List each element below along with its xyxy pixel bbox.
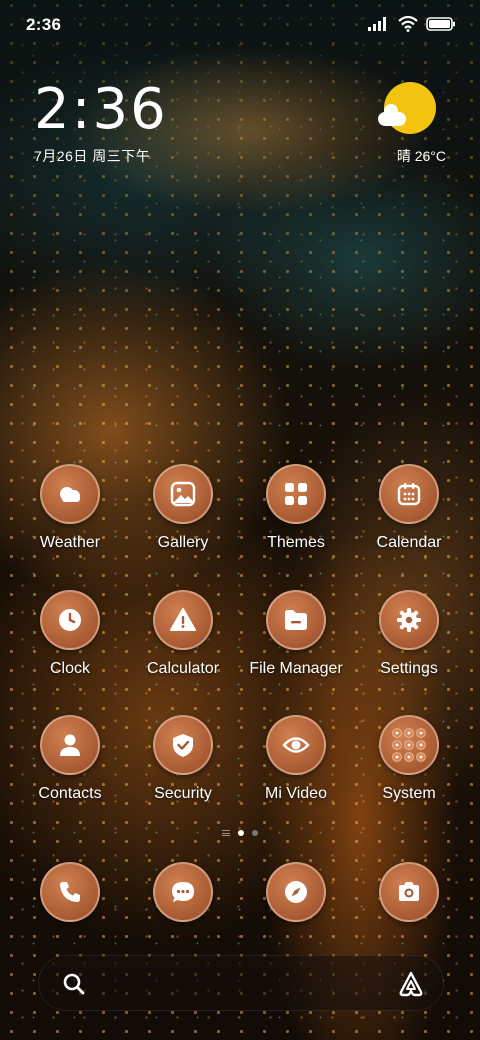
app-settings[interactable]: Settings [349,590,469,678]
app-label: Calculator [146,660,220,677]
app-label: Settings [380,660,438,677]
mi-video-app-icon [266,715,326,775]
folder-grid-icon [392,728,426,762]
calendar-app-icon [379,464,439,524]
app-label: Clock [49,660,90,677]
app-drawer-indicator [222,830,230,836]
message-icon [172,882,194,902]
dock [0,862,480,926]
clock-time: 2:36 [34,77,168,142]
themes-app-icon [266,464,326,524]
app-label: Gallery [157,534,209,551]
app-label: Themes [267,534,325,551]
image-icon [170,481,196,507]
cloud-icon [60,487,80,502]
security-app-icon [153,715,213,775]
app-row: Contacts Security Mi Video System [0,715,480,815]
search-icon[interactable] [61,971,87,997]
clock-icon [59,609,81,631]
app-contacts[interactable]: Contacts [10,715,130,803]
app-weather[interactable]: Weather [10,464,130,552]
warning-icon [170,608,196,631]
compass-icon [285,881,307,903]
calculator-app-icon [153,590,213,650]
file-manager-app-icon [266,590,326,650]
camera-icon [399,882,419,901]
phone-icon [60,882,80,902]
wifi-icon [398,16,418,32]
app-label: Contacts [38,785,102,802]
page-dot [252,830,258,836]
page-dot-active [238,830,244,836]
phone-app-icon [40,862,100,922]
browser-app-icon [266,862,326,922]
person-icon [60,734,80,756]
dock-browser[interactable] [236,862,356,922]
contacts-app-icon [40,715,100,775]
gallery-app-icon [153,464,213,524]
status-icons [368,16,456,32]
app-themes[interactable]: Themes [236,464,356,552]
signal-icon [368,17,386,31]
camera-app-icon [379,862,439,922]
eye-icon [282,737,310,753]
app-label: Calendar [376,534,442,551]
search-bar[interactable] [38,955,444,1011]
cloud-icon [378,104,406,126]
app-calendar[interactable]: Calendar [349,464,469,552]
weather-app-icon [40,464,100,524]
dock-camera[interactable] [349,862,469,922]
app-label: Weather [39,534,101,551]
weather-condition-temp: 晴 26°C [396,148,446,164]
calendar-icon [397,483,421,506]
app-clock[interactable]: Clock [10,590,130,678]
dock-messages[interactable] [123,862,243,922]
folder-icon [285,610,307,630]
assistant-icon[interactable] [397,970,425,998]
clock-app-icon [40,590,100,650]
app-system-folder[interactable]: System [349,715,469,803]
battery-icon [426,17,455,31]
app-file-manager[interactable]: File Manager [236,590,356,678]
clock-widget[interactable]: 2:36 7月26日 周三下午 [34,80,168,166]
clock-date: 7月26日 周三下午 [34,148,151,164]
app-label: Security [154,785,212,802]
app-label: File Manager [249,660,343,677]
status-bar: 2:36 [0,0,480,50]
app-security[interactable]: Security [123,715,243,803]
shield-icon [173,734,193,757]
app-gallery[interactable]: Gallery [123,464,243,552]
app-row: Weather Gallery Themes Calendar [0,464,480,564]
app-calculator[interactable]: Calculator [123,590,243,678]
app-mi-video[interactable]: Mi Video [236,715,356,803]
dock-phone[interactable] [10,862,130,922]
messages-app-icon [153,862,213,922]
gear-icon [397,608,421,632]
page-indicator[interactable] [0,830,480,836]
grid-icon [285,483,307,505]
system-folder-icon [379,715,439,775]
app-row: Clock Calculator File Manager Settings [0,590,480,690]
settings-app-icon [379,590,439,650]
app-label: Mi Video [265,785,327,802]
app-label: System [382,785,436,802]
status-time: 2:36 [26,15,62,34]
